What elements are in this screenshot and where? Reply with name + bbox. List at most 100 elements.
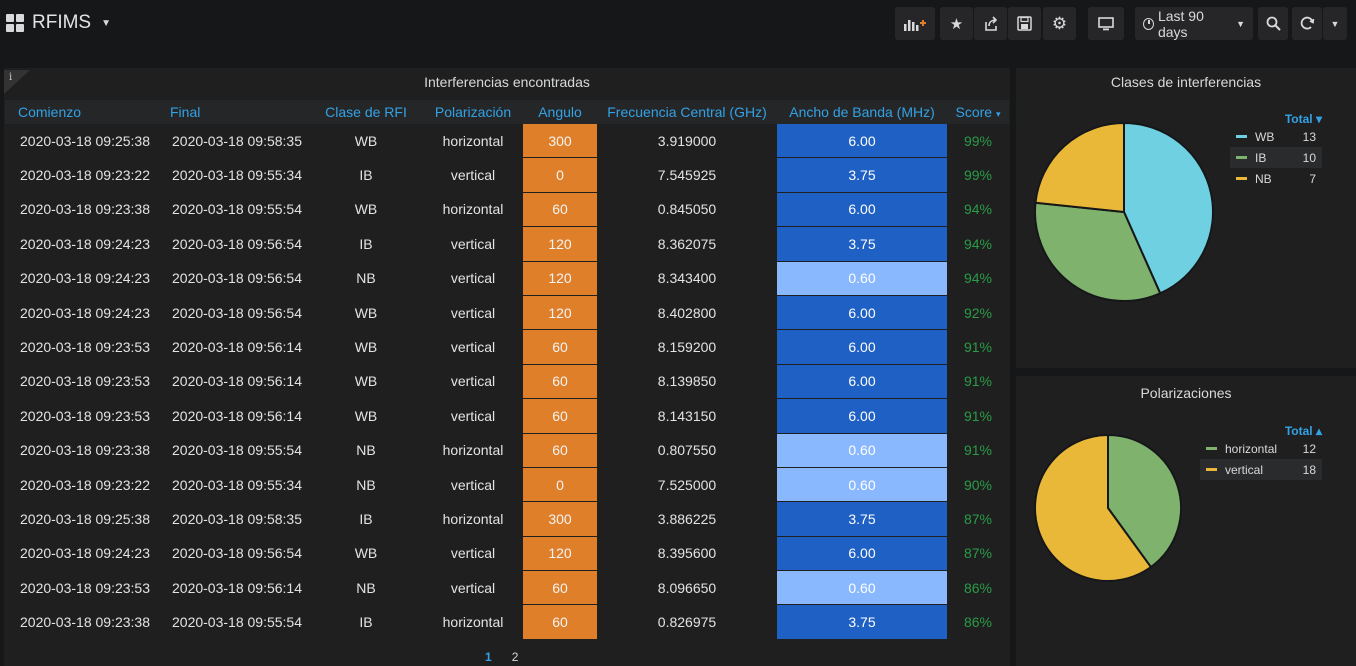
cell-frecuencia: 0.826975 <box>597 605 777 640</box>
column-header-score[interactable]: Score ▾ <box>947 100 1009 124</box>
cell-polarizacion: horizontal <box>423 124 523 159</box>
column-header-polarizacion[interactable]: Polarización <box>423 100 523 124</box>
page-link-2[interactable]: 2 <box>512 650 519 664</box>
legend-item-horizontal[interactable]: horizontal 12 <box>1200 438 1322 459</box>
cell-frecuencia: 8.159200 <box>597 330 777 365</box>
sort-desc-icon: ▾ <box>995 109 1001 119</box>
cell-ancho-banda: 6.00 <box>777 192 947 228</box>
cell-score: 91% <box>947 434 1009 468</box>
refresh-interval-button[interactable]: ▼ <box>1323 7 1347 40</box>
cell-ancho-banda: 3.75 <box>777 227 947 262</box>
cell-final: 2020-03-18 09:56:54 <box>157 227 309 262</box>
legend-item-vertical[interactable]: vertical 18 <box>1200 459 1322 480</box>
table-row: 2020-03-18 09:23:38 2020-03-18 09:55:54 NB… <box>5 433 1009 468</box>
cell-frecuencia: 0.845050 <box>597 193 777 228</box>
cell-score: 90% <box>947 468 1009 503</box>
save-button[interactable] <box>1008 7 1041 40</box>
cell-clase: WB <box>309 364 423 400</box>
table-row: 2020-03-18 09:25:38 2020-03-18 09:58:35 WB… <box>5 124 1009 159</box>
cell-polarizacion: vertical <box>423 158 523 193</box>
cell-polarizacion: vertical <box>423 537 523 572</box>
refresh-button[interactable] <box>1292 7 1322 40</box>
table-panel-title: Interferencias encontradas <box>424 74 590 90</box>
settings-button[interactable]: ⚙ <box>1043 7 1076 40</box>
table-row: 2020-03-18 09:24:23 2020-03-18 09:56:54 NB… <box>5 261 1009 296</box>
cell-angulo: 60 <box>523 605 597 640</box>
cell-clase: WB <box>309 295 423 331</box>
cell-comienzo: 2020-03-18 09:24:23 <box>5 295 157 331</box>
table-header-row: Comienzo Final Clase de RFI Polarización… <box>5 100 1009 124</box>
tv-mode-button[interactable] <box>1088 7 1124 40</box>
cell-clase: IB <box>309 605 423 640</box>
column-header-angulo[interactable]: Angulo <box>523 100 597 124</box>
legend-item-ib[interactable]: IB 10 <box>1230 147 1322 168</box>
cell-ancho-banda: 0.60 <box>777 261 947 296</box>
cell-polarizacion: horizontal <box>423 433 523 468</box>
cell-frecuencia: 8.143150 <box>597 399 777 434</box>
cell-polarizacion: horizontal <box>423 605 523 640</box>
cell-final: 2020-03-18 09:56:14 <box>157 364 309 400</box>
cell-angulo: 120 <box>523 261 597 296</box>
cell-final: 2020-03-18 09:55:54 <box>157 193 309 228</box>
cell-score: 87% <box>947 537 1009 572</box>
cell-final: 2020-03-18 09:55:34 <box>157 468 309 503</box>
cell-clase: WB <box>309 330 423 365</box>
star-button[interactable]: ★ <box>940 7 973 40</box>
column-header-comienzo[interactable]: Comienzo <box>5 100 157 124</box>
cell-angulo: 300 <box>523 502 597 537</box>
cell-comienzo: 2020-03-18 09:23:38 <box>5 433 157 468</box>
cell-clase: WB <box>309 124 423 159</box>
time-range-picker[interactable]: Last 90 days ▼ <box>1135 7 1253 40</box>
cell-ancho-banda: 6.00 <box>777 330 947 365</box>
legend-swatch <box>1236 135 1247 138</box>
legend-value: 18 <box>1302 462 1316 477</box>
refresh-icon <box>1300 16 1314 30</box>
cell-comienzo: 2020-03-18 09:23:53 <box>5 399 157 434</box>
cell-ancho-banda: 0.60 <box>777 433 947 468</box>
cell-angulo: 60 <box>523 330 597 365</box>
legend-value: 12 <box>1302 441 1316 456</box>
cell-angulo: 0 <box>523 158 597 193</box>
pie-slice-nb[interactable] <box>1034 121 1125 214</box>
cell-comienzo: 2020-03-18 09:24:23 <box>5 537 157 572</box>
table-row: 2020-03-18 09:25:38 2020-03-18 09:58:35 IB… <box>5 502 1009 537</box>
cell-clase: IB <box>309 227 423 262</box>
column-header-final[interactable]: Final <box>157 100 309 124</box>
settings-icon: ⚙ <box>1051 13 1068 33</box>
dashboard-title: RFIMS <box>32 12 92 33</box>
column-header-clase[interactable]: Clase de RFI <box>309 100 423 124</box>
column-header-ancho-banda[interactable]: Ancho de Banda (MHz) <box>777 100 947 124</box>
legend-item-wb[interactable]: WB 13 <box>1230 126 1322 147</box>
time-range-label: Last 90 days <box>1157 7 1204 40</box>
share-button[interactable] <box>974 7 1007 40</box>
cell-angulo: 60 <box>523 571 597 606</box>
cell-polarizacion: vertical <box>423 364 523 400</box>
cell-frecuencia: 3.886225 <box>597 502 777 537</box>
cell-angulo: 60 <box>523 433 597 468</box>
cell-angulo: 60 <box>523 192 597 228</box>
zoom-out-button[interactable] <box>1258 7 1288 40</box>
cell-angulo: 0 <box>523 467 597 503</box>
legend-polarizaciones-header[interactable]: Total ▴ <box>1200 424 1322 438</box>
dashboard-picker[interactable]: RFIMS ▼ <box>6 10 111 36</box>
top-navbar: RFIMS ▼ ★ ⚙ Last 90 days ▼ ▼ <box>0 0 1356 52</box>
legend-clases-header[interactable]: Total ▾ <box>1230 112 1322 126</box>
cell-comienzo: 2020-03-18 09:24:23 <box>5 227 157 262</box>
legend-item-nb[interactable]: NB 7 <box>1230 168 1322 189</box>
cell-clase: IB <box>309 502 423 537</box>
cell-score: 86% <box>947 605 1009 640</box>
column-header-frecuencia[interactable]: Frecuencia Central (GHz) <box>597 100 777 124</box>
cell-score: 91% <box>947 365 1009 400</box>
star-icon: ★ <box>949 15 964 33</box>
add-panel-button[interactable] <box>895 7 935 40</box>
cell-score: 99% <box>947 124 1009 159</box>
legend-label: IB <box>1255 150 1267 165</box>
add-panel-icon <box>904 19 926 31</box>
pie-chart-clases <box>1034 121 1214 302</box>
page-link-1[interactable]: 1 <box>485 650 492 664</box>
legend-label: NB <box>1255 171 1272 186</box>
cell-polarizacion: vertical <box>423 227 523 262</box>
cell-final: 2020-03-18 09:58:35 <box>157 502 309 537</box>
cell-final: 2020-03-18 09:56:14 <box>157 399 309 434</box>
pie-chart-polarizaciones <box>1034 433 1182 582</box>
